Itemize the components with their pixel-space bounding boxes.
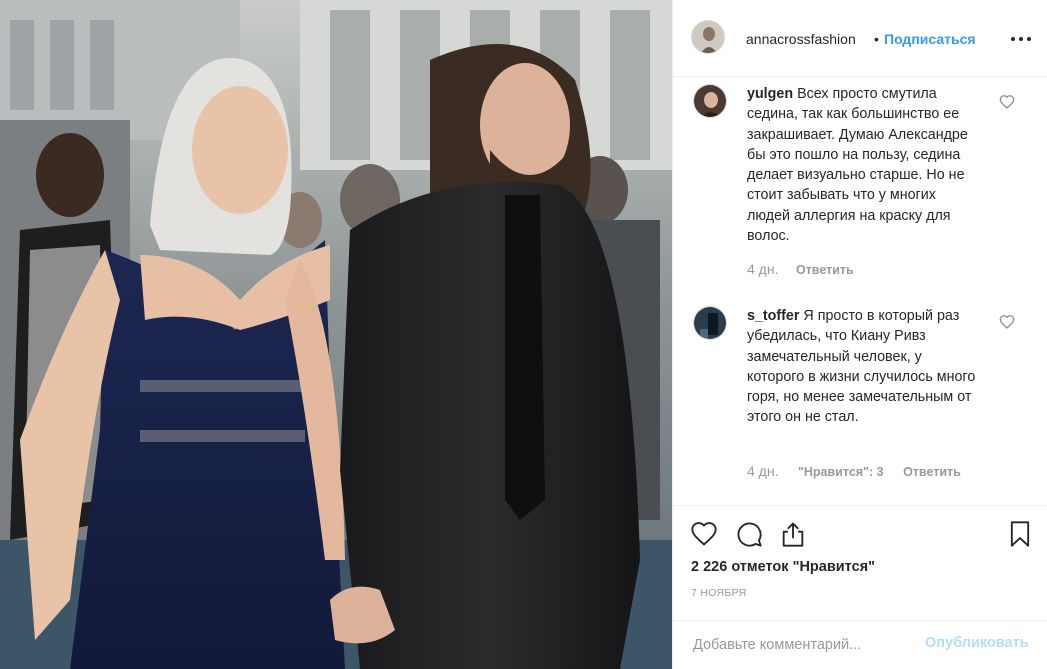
comment-text: Всех просто смутила седина, так как боль…: [747, 86, 968, 245]
comment-like-heart-icon[interactable]: [999, 94, 1015, 110]
share-icon[interactable]: [779, 520, 807, 548]
reply-button[interactable]: Ответить: [796, 263, 854, 277]
post-actions: 2 226 отметок "Нравится" 7 НОЯБРЯ: [673, 505, 1047, 620]
comment-likes-count[interactable]: "Нравится": 3: [798, 465, 884, 479]
add-comment-input[interactable]: [691, 633, 925, 657]
comment-username[interactable]: yulgen: [747, 86, 793, 102]
comment-meta: 4 дн. "Нравится": 3 Ответить: [747, 463, 961, 479]
comment-username[interactable]: s_toffer: [747, 308, 799, 324]
author-username[interactable]: annacrossfashion: [746, 31, 856, 47]
more-options-icon[interactable]: [1009, 28, 1033, 48]
comment-body: yulgen Всех просто смутила седина, так к…: [747, 84, 982, 246]
comment-text: Я просто в который раз убедилась, что Ки…: [747, 308, 976, 426]
comment-like-heart-icon[interactable]: [999, 314, 1015, 330]
comment-body: s_toffer Я просто в который раз убедилас…: [747, 306, 982, 428]
post-likes-count[interactable]: 2 226 отметок "Нравится": [691, 559, 875, 575]
post-image: [0, 0, 672, 669]
post-side-panel: annacrossfashion • Подписаться yulgen Вс…: [672, 0, 1047, 669]
comment-age: 4 дн.: [747, 463, 779, 479]
post-header: annacrossfashion • Подписаться: [673, 0, 1047, 77]
heart-icon[interactable]: [690, 520, 718, 548]
commenter-avatar[interactable]: [693, 84, 727, 118]
comment-age: 4 дн.: [747, 261, 779, 277]
reply-button[interactable]: Ответить: [903, 465, 961, 479]
post-photo[interactable]: [0, 0, 672, 669]
commenter-avatar[interactable]: [693, 306, 727, 340]
comment-meta: 4 дн. Ответить: [747, 261, 854, 277]
follow-button[interactable]: Подписаться: [884, 31, 976, 47]
bookmark-icon[interactable]: [1006, 520, 1034, 548]
post-date: 7 НОЯБРЯ: [691, 587, 747, 599]
comment-icon[interactable]: [735, 520, 763, 548]
author-avatar[interactable]: [691, 20, 725, 54]
separator-dot: •: [874, 31, 879, 47]
publish-button[interactable]: Опубликовать: [925, 635, 1029, 651]
comment-composer: Опубликовать: [673, 620, 1047, 669]
